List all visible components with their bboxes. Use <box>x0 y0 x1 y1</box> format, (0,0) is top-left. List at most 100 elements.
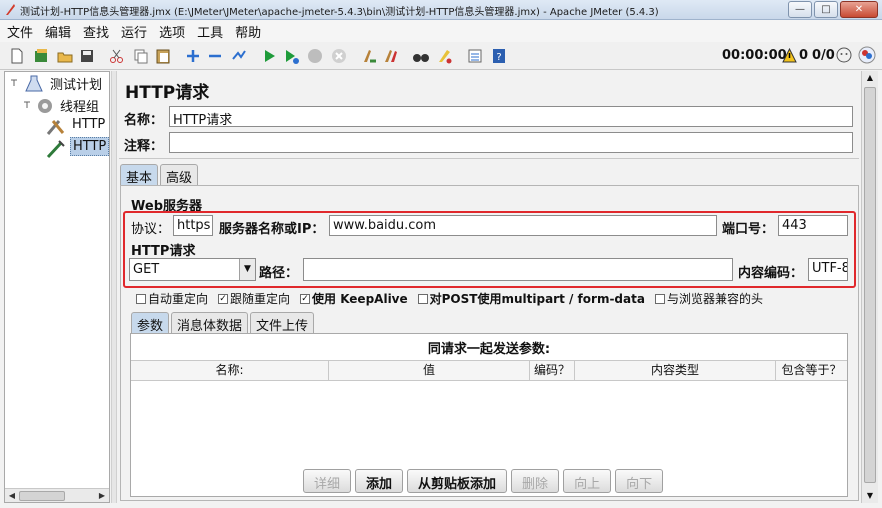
scroll-up-icon[interactable]: ▲ <box>864 72 876 84</box>
collapse-icon[interactable] <box>204 45 226 67</box>
cut-icon[interactable] <box>106 45 128 67</box>
move-down-button[interactable]: 向下 <box>615 469 664 493</box>
menu-file[interactable]: 文件 <box>0 20 38 41</box>
start-no-pause-icon[interactable] <box>280 45 302 67</box>
save-icon[interactable] <box>76 45 98 67</box>
tree-label: HTTP <box>70 137 110 156</box>
comment-field[interactable] <box>169 132 853 153</box>
detail-button[interactable]: 详细 <box>303 469 352 493</box>
menu-bar: 文件 编辑 查找 运行 选项 工具 帮助 <box>0 20 882 42</box>
keepalive-checkbox[interactable]: ✓ 使用 KeepAlive <box>300 290 408 307</box>
paste-icon[interactable] <box>152 45 174 67</box>
http-request-panel: HTTP请求 名称： HTTP请求 注释： 基本 高级 Web服务器 协议： h… <box>117 71 861 503</box>
checkbox-label: 与浏览器兼容的头 <box>666 292 763 306</box>
menu-search[interactable]: 查找 <box>76 20 114 41</box>
clear-all-icon[interactable] <box>380 45 402 67</box>
checkbox-label: 使用 KeepAlive <box>312 292 408 306</box>
server-label: 服务器名称或IP： <box>219 222 325 237</box>
port-field[interactable]: 443 <box>778 215 848 236</box>
log-viewer-icon[interactable] <box>858 46 876 64</box>
tree-item-thread-group[interactable]: 线程组 <box>23 96 101 115</box>
minimize-button[interactable]: — <box>788 1 812 18</box>
follow-redirect-checkbox[interactable]: ✓ 跟随重定向 <box>218 290 290 307</box>
test-plan-icon <box>25 75 43 92</box>
templates-icon[interactable] <box>30 45 52 67</box>
server-field[interactable]: www.baidu.com <box>329 215 717 236</box>
menu-edit[interactable]: 编辑 <box>38 20 76 41</box>
tree-item-test-plan[interactable]: 测试计划 <box>10 74 104 93</box>
browser-compatible-checkbox[interactable]: 与浏览器兼容的头 <box>654 290 763 307</box>
copy-icon[interactable] <box>130 45 152 67</box>
checkbox-label: 跟随重定向 <box>230 292 291 306</box>
tree-horizontal-scrollbar[interactable]: ◀ ▶ <box>5 488 109 502</box>
add-from-clipboard-button[interactable]: 从剪贴板添加 <box>407 469 508 493</box>
checkbox-box[interactable] <box>136 293 146 304</box>
scroll-left-icon[interactable]: ◀ <box>6 490 18 502</box>
protocol-label: 协议： <box>131 222 171 237</box>
expand-icon[interactable] <box>182 45 204 67</box>
clear-icon[interactable] <box>358 45 380 67</box>
encoding-field[interactable]: UTF-8 <box>808 258 848 281</box>
toggle-icon[interactable] <box>228 45 250 67</box>
tree-expand-icon[interactable] <box>10 77 18 87</box>
close-button[interactable]: ✕ <box>840 1 878 18</box>
maximize-button[interactable]: □ <box>814 1 838 18</box>
menu-options[interactable]: 选项 <box>152 20 190 41</box>
scroll-thumb[interactable] <box>19 491 65 501</box>
function-helper-icon[interactable] <box>464 45 486 67</box>
checkbox-box[interactable] <box>417 293 428 304</box>
separator <box>119 158 859 159</box>
header-manager-icon <box>46 120 65 135</box>
scroll-thumb[interactable] <box>864 87 876 483</box>
path-label: 路径： <box>259 266 299 281</box>
auto-redirect-checkbox[interactable]: 自动重定向 <box>136 290 208 307</box>
search-icon[interactable] <box>410 45 432 67</box>
tree-item-header-manager[interactable]: HTTP <box>45 117 107 135</box>
warning-count: 0 <box>799 48 809 63</box>
http-sampler-icon <box>46 140 65 159</box>
column-header[interactable]: 值 <box>329 361 530 380</box>
tree-label: 线程组 <box>60 100 100 115</box>
column-header[interactable]: 名称: <box>131 361 329 380</box>
shutdown-icon[interactable] <box>328 45 350 67</box>
column-header[interactable]: 包含等于？ <box>776 361 847 380</box>
chevron-down-icon[interactable]: ▼ <box>239 259 255 280</box>
multipart-checkbox[interactable]: 对POST使用multipart / form-data <box>417 290 645 307</box>
tree-expand-icon[interactable] <box>23 99 31 109</box>
open-icon[interactable] <box>54 45 76 67</box>
help-icon[interactable]: ? <box>488 45 510 67</box>
warning-icon[interactable] <box>782 48 797 63</box>
checkbox-label: 对POST使用multipart / form-data <box>429 292 645 306</box>
delete-button[interactable]: 删除 <box>511 469 560 493</box>
protocol-field[interactable]: https <box>173 215 213 236</box>
stop-icon[interactable] <box>304 45 326 67</box>
tree-label: HTTP <box>72 117 106 132</box>
column-header[interactable]: 内容类型 <box>575 361 776 380</box>
method-value: GET <box>133 262 160 277</box>
jmeter-feather-icon <box>6 4 15 15</box>
reset-search-icon[interactable] <box>434 45 456 67</box>
move-up-button[interactable]: 向上 <box>563 469 612 493</box>
table-buttons: 详细 添加 从剪贴板添加 删除 向上 向下 <box>303 469 664 493</box>
name-field[interactable]: HTTP请求 <box>169 106 853 127</box>
menu-tools[interactable]: 工具 <box>190 20 228 41</box>
method-select[interactable]: GET ▼ <box>129 258 256 281</box>
title-bar: 测试计划-HTTP信息头管理器.jmx (E:\JMeter\JMeter\ap… <box>0 0 882 20</box>
menu-help[interactable]: 帮助 <box>228 20 266 41</box>
tree-item-http-request[interactable]: HTTP <box>45 137 110 159</box>
column-header[interactable]: 编码？ <box>530 361 575 380</box>
elapsed-timer: 00:00:00 <box>722 48 787 63</box>
checkbox-box[interactable]: ✓ <box>218 293 229 304</box>
svg-text:?: ? <box>496 52 501 63</box>
new-icon[interactable] <box>6 45 28 67</box>
comment-label: 注释： <box>124 139 164 154</box>
menu-run[interactable]: 运行 <box>114 20 152 41</box>
main-vertical-scrollbar[interactable]: ▲ ▼ <box>861 71 878 503</box>
path-field[interactable] <box>303 258 733 281</box>
checkbox-box[interactable]: ✓ <box>300 293 311 304</box>
scroll-down-icon[interactable]: ▼ <box>864 490 876 502</box>
add-button[interactable]: 添加 <box>355 469 404 493</box>
checkbox-box[interactable] <box>654 293 665 304</box>
scroll-right-icon[interactable]: ▶ <box>96 490 108 502</box>
start-icon[interactable] <box>258 45 280 67</box>
